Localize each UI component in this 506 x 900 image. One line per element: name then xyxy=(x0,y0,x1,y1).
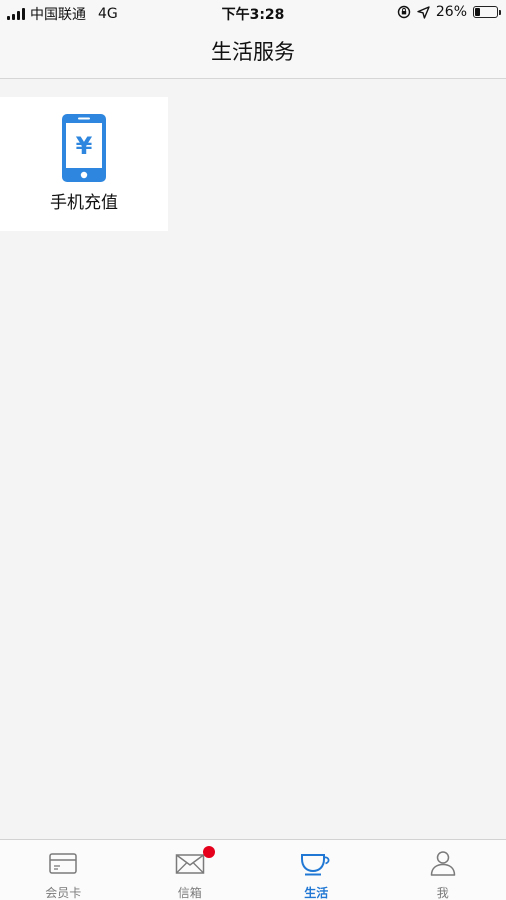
service-label: 手机充值 xyxy=(50,193,118,213)
battery-icon xyxy=(473,6,501,18)
service-mobile-recharge[interactable]: ¥ 手机充值 xyxy=(0,97,168,231)
orientation-lock-icon xyxy=(397,5,411,19)
card-icon xyxy=(49,853,77,874)
battery-percent: 26% xyxy=(435,4,467,20)
tab-label: 我 xyxy=(436,886,449,900)
tab-membership-card[interactable]: 会员卡 xyxy=(0,840,127,900)
notification-badge xyxy=(202,846,215,858)
tab-me[interactable]: 我 xyxy=(380,840,506,900)
screen: 中国联通 4G 下午3:28 26% 生活服务 ¥ 手机充值 会员卡 信箱 生活… xyxy=(0,0,506,900)
status-bar: 中国联通 4G 下午3:28 26% xyxy=(0,0,506,26)
nav-bar: 生活服务 xyxy=(0,26,506,79)
tab-bar: 会员卡 信箱 生活 我 xyxy=(0,839,506,900)
tab-label: 信箱 xyxy=(177,886,202,900)
location-icon xyxy=(417,5,430,19)
tab-mailbox[interactable]: 信箱 xyxy=(127,840,254,900)
tab-label: 会员卡 xyxy=(45,886,82,900)
cup-icon xyxy=(301,854,330,876)
mobile-recharge-icon: ¥ xyxy=(62,114,106,182)
envelope-icon xyxy=(175,854,204,874)
yuan-glyph: ¥ xyxy=(76,132,93,160)
page-title: 生活服务 xyxy=(211,40,295,64)
tab-label: 生活 xyxy=(304,886,329,900)
person-icon xyxy=(430,851,455,876)
battery-level xyxy=(475,8,480,16)
tab-life[interactable]: 生活 xyxy=(253,840,380,900)
status-right: 26% xyxy=(397,4,501,20)
